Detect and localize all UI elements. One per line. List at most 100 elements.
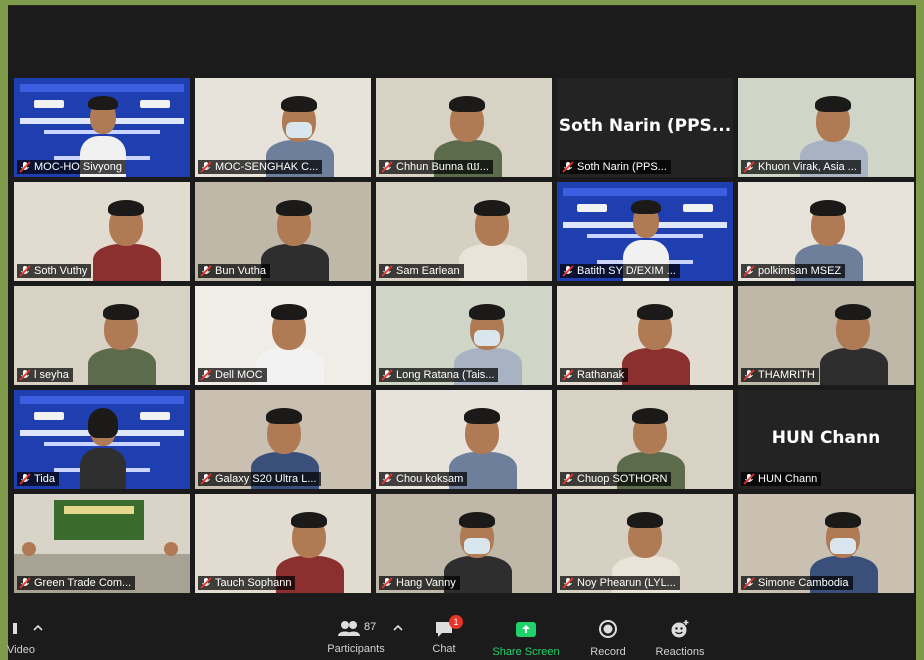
record-label: Record	[590, 646, 626, 658]
participant-tile[interactable]: Noy Phearun (LYL...	[557, 494, 733, 593]
participant-tile[interactable]: Simone Cambodia	[738, 494, 914, 593]
share-screen-icon	[516, 622, 536, 637]
participant-name: Chou koksam	[396, 473, 464, 485]
mic-muted-icon	[562, 161, 574, 173]
participant-tile[interactable]: Soth Narin (PPS... Soth Narin (PPS...	[557, 78, 733, 177]
participant-name-tag: MOC-SENGHAK C...	[198, 160, 323, 174]
participant-name-tag: Chou koksam	[379, 472, 468, 486]
participant-tile[interactable]: Galaxy S20 Ultra L...	[195, 390, 371, 489]
participant-name-tag: Simone Cambodia	[741, 576, 853, 590]
mic-muted-icon	[19, 473, 31, 485]
participant-name: Batith SY D/EXIM ...	[577, 265, 676, 277]
video-grid: MOC-HO Sivyong MOC-SENGHAK C... Chhun Bunn…	[14, 78, 914, 598]
participant-name: Sam Earlean	[396, 265, 460, 277]
mic-muted-icon	[381, 265, 393, 277]
participant-name: Rathanak	[577, 369, 625, 381]
participant-tile[interactable]: l seyha	[14, 286, 190, 385]
mic-muted-icon	[200, 161, 212, 173]
mic-muted-icon	[743, 161, 755, 173]
reactions-button[interactable]: Reactions	[652, 619, 708, 658]
participant-name: l seyha	[34, 369, 69, 381]
participant-tile[interactable]: Tida	[14, 390, 190, 489]
participant-tile[interactable]: THAMRITH	[738, 286, 914, 385]
participant-tile[interactable]: Chhun Bunna ឈ...	[376, 78, 552, 177]
participant-display-name: Soth Narin (PPS...	[558, 116, 732, 136]
chat-button[interactable]: 1 Chat	[424, 615, 464, 655]
participant-name-tag: Sam Earlean	[379, 264, 464, 278]
participant-tile[interactable]: Long Ratana (Tais...	[376, 286, 552, 385]
mic-muted-icon	[200, 265, 212, 277]
participants-options-chevron[interactable]	[392, 623, 404, 636]
participants-icon	[338, 621, 360, 636]
participant-name-tag: Tauch Sophann	[198, 576, 296, 590]
mic-muted-icon	[381, 577, 393, 589]
participant-tile[interactable]: Soth Vuthy	[14, 182, 190, 281]
participant-name-tag: Soth Vuthy	[17, 264, 92, 278]
participant-name: Chuop SOTHORN	[577, 473, 668, 485]
participant-tile[interactable]: MOC-HO Sivyong	[14, 78, 190, 177]
meeting-toolbar: Video 87 Participants 1 Chat Share Scree…	[7, 611, 916, 660]
participants-button[interactable]: 87 Participants	[316, 619, 396, 655]
record-icon	[599, 620, 617, 638]
mic-muted-icon	[200, 369, 212, 381]
participant-tile[interactable]: Hang Vanny	[376, 494, 552, 593]
participant-name-tag: Khuon Virak, Asia ...	[741, 160, 861, 174]
mic-muted-icon	[743, 265, 755, 277]
zoom-window: MOC-HO Sivyong MOC-SENGHAK C... Chhun Bunn…	[7, 5, 916, 660]
participant-tile[interactable]: Chou koksam	[376, 390, 552, 489]
participant-name-tag: Galaxy S20 Ultra L...	[198, 472, 321, 486]
participant-name: Khuon Virak, Asia ...	[758, 161, 857, 173]
chevron-up-icon	[33, 624, 43, 631]
mic-muted-icon	[743, 473, 755, 485]
mic-muted-icon	[562, 265, 574, 277]
participant-name-tag: Chhun Bunna ឈ...	[379, 160, 493, 174]
participant-name-tag: Long Ratana (Tais...	[379, 368, 499, 382]
participant-tile[interactable]: Batith SY D/EXIM ...	[557, 182, 733, 281]
participant-name: polkimsan MSEZ	[758, 265, 842, 277]
participant-name-tag: Noy Phearun (LYL...	[560, 576, 680, 590]
video-options-chevron[interactable]	[32, 623, 44, 636]
participant-name: HUN Chann	[758, 473, 818, 485]
participant-tile[interactable]: HUN Chann HUN Chann	[738, 390, 914, 489]
participant-tile[interactable]: Tauch Sophann	[195, 494, 371, 593]
mic-muted-icon	[200, 577, 212, 589]
mic-muted-icon	[19, 161, 31, 173]
participant-name: Galaxy S20 Ultra L...	[215, 473, 317, 485]
record-button[interactable]: Record	[586, 619, 630, 658]
participant-tile[interactable]: Bun Vutha	[195, 182, 371, 281]
mic-muted-icon	[562, 577, 574, 589]
participant-tile[interactable]: Rathanak	[557, 286, 733, 385]
participant-tile[interactable]: Sam Earlean	[376, 182, 552, 281]
mic-muted-icon	[562, 473, 574, 485]
participant-name-tag: Batith SY D/EXIM ...	[560, 264, 680, 278]
participant-display-name: HUN Chann	[771, 428, 881, 448]
mic-muted-icon	[381, 369, 393, 381]
share-screen-button[interactable]: Share Screen	[488, 619, 564, 658]
participant-name-tag: Tida	[17, 472, 59, 486]
participant-name: MOC-SENGHAK C...	[215, 161, 319, 173]
mic-muted-icon	[381, 473, 393, 485]
participant-name: Bun Vutha	[215, 265, 266, 277]
participant-tile[interactable]: Chuop SOTHORN	[557, 390, 733, 489]
participant-name: Chhun Bunna ឈ...	[396, 161, 489, 173]
participant-tile[interactable]: polkimsan MSEZ	[738, 182, 914, 281]
participants-count: 87	[364, 621, 377, 633]
participant-name: Simone Cambodia	[758, 577, 849, 589]
participant-tile[interactable]: Green Trade Com...	[14, 494, 190, 593]
chevron-up-icon	[393, 624, 403, 631]
mic-muted-icon	[562, 369, 574, 381]
participant-name-tag: THAMRITH	[741, 368, 819, 382]
participant-tile[interactable]: Khuon Virak, Asia ...	[738, 78, 914, 177]
participant-name-tag: Green Trade Com...	[17, 576, 136, 590]
share-screen-label: Share Screen	[492, 646, 560, 658]
participant-name-tag: l seyha	[17, 368, 73, 382]
mic-muted-icon	[743, 577, 755, 589]
participant-name: Green Trade Com...	[34, 577, 132, 589]
participant-name: Dell MOC	[215, 369, 263, 381]
mic-muted-icon	[19, 265, 31, 277]
participant-tile[interactable]: Dell MOC	[195, 286, 371, 385]
mic-muted-icon	[743, 369, 755, 381]
participant-name-tag: polkimsan MSEZ	[741, 264, 846, 278]
participant-name-tag: MOC-HO Sivyong	[17, 160, 127, 174]
participant-tile[interactable]: MOC-SENGHAK C...	[195, 78, 371, 177]
